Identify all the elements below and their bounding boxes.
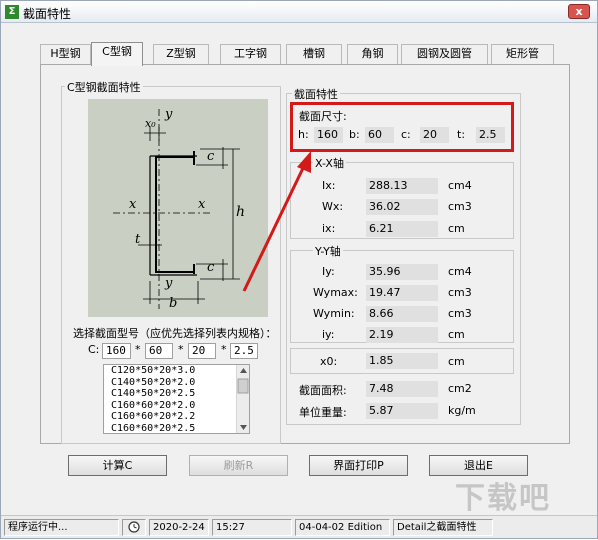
status-time: 15:27 [212,519,292,536]
print-button[interactable]: 界面打印P [309,455,408,476]
status-date: 2020-2-24 [149,519,209,536]
status-detail: Detail之截面特性 [393,519,493,536]
status-bar: 程序运行中... 2020-2-24 15:27 04-04-02 Editio… [1,515,597,538]
calculate-button[interactable]: 计算C [68,455,167,476]
tab-c-steel[interactable]: C型钢 [91,42,143,66]
app-window: Σ 截面特性 x H型钢 C型钢 Z型钢 工字钢 槽钢 角钢 圆钢及圆管 矩形管… [0,0,598,539]
watermark: 下载吧 [455,481,551,516]
status-edition: 04-04-02 Edition [295,519,390,536]
status-message: 程序运行中... [4,519,119,536]
clock-icon [122,519,146,536]
refresh-button[interactable]: 刷新R [189,455,288,476]
clock-graphic [128,521,140,533]
